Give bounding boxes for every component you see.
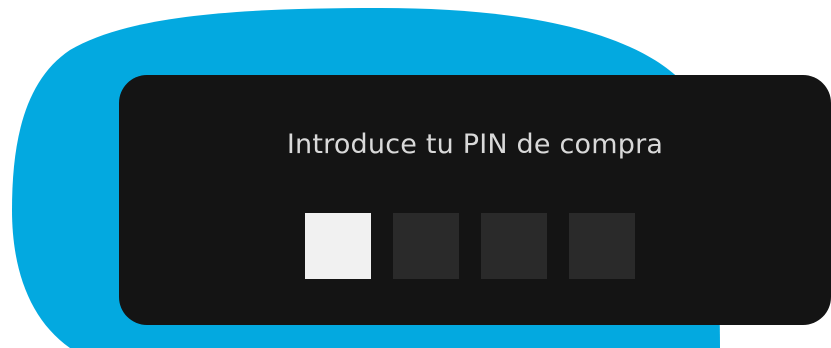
pin-digit-box-1[interactable] [305,213,371,279]
pin-digit-box-2[interactable] [393,213,459,279]
screen: Introduce tu PIN de compra [0,0,831,348]
dialog-title: Introduce tu PIN de compra [286,129,664,160]
pin-digit-box-4[interactable] [569,213,635,279]
pin-dialog: Introduce tu PIN de compra [119,75,831,325]
pin-digit-box-3[interactable] [481,213,547,279]
pin-input-group[interactable] [305,213,635,279]
